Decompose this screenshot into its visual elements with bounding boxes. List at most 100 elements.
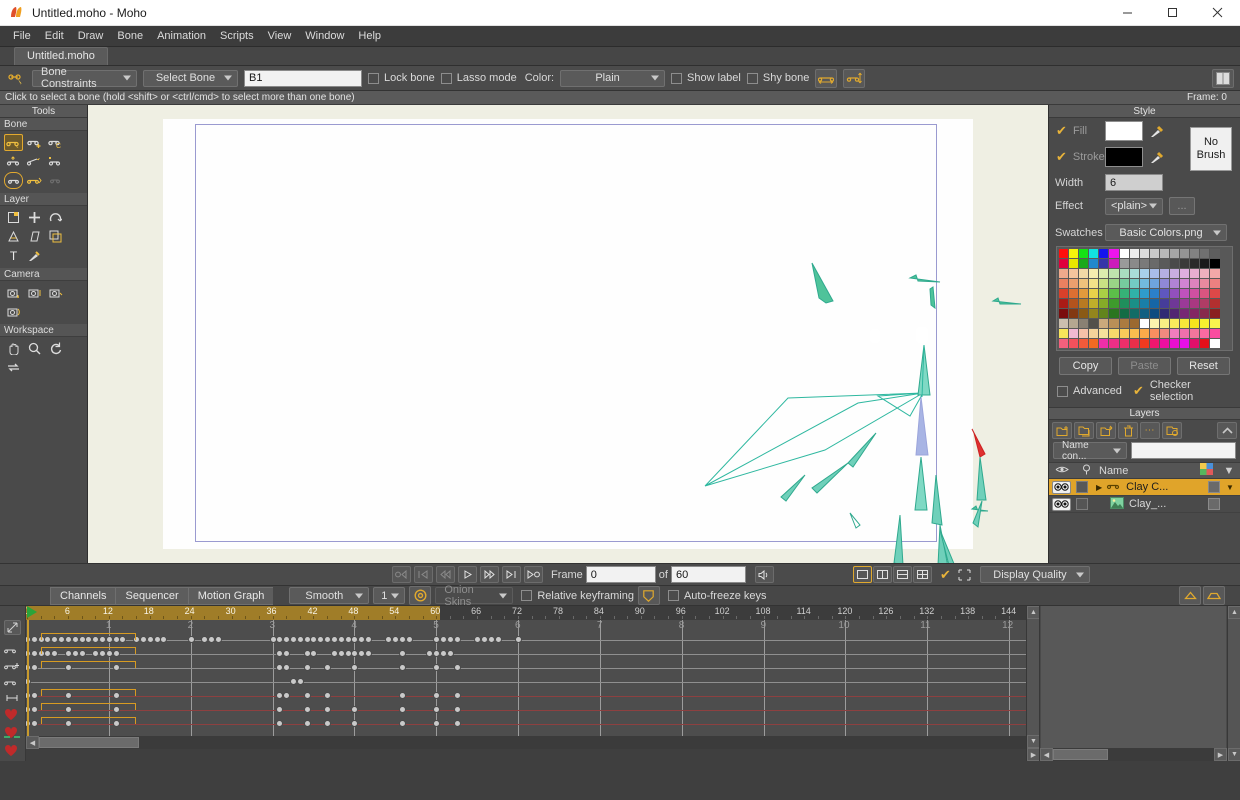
swatch-0-7[interactable] — [1129, 249, 1139, 258]
keyframe-range-bracket[interactable] — [40, 647, 137, 654]
menu-animation[interactable]: Animation — [150, 28, 213, 44]
keyframe[interactable] — [446, 650, 454, 657]
swatch-3-6[interactable] — [1119, 279, 1129, 288]
swatch-6-12[interactable] — [1180, 309, 1190, 318]
keyframe[interactable] — [440, 636, 448, 643]
swatch-6-15[interactable] — [1210, 309, 1220, 318]
jump-to-start-button[interactable] — [392, 566, 411, 583]
swatch-7-2[interactable] — [1079, 319, 1089, 328]
text-tool[interactable]: T — [4, 247, 23, 264]
swatch-3-4[interactable] — [1099, 279, 1109, 288]
swatch-4-8[interactable] — [1139, 289, 1149, 298]
tab-motion-graph[interactable]: Motion Graph — [187, 586, 274, 605]
menu-draw[interactable]: Draw — [71, 28, 111, 44]
swatch-8-0[interactable] — [1059, 329, 1069, 338]
swatch-9-10[interactable] — [1159, 339, 1170, 348]
layer-row-menu-0[interactable]: ▼ — [1220, 483, 1240, 492]
swatch-4-11[interactable] — [1170, 289, 1180, 298]
keyframe[interactable] — [351, 664, 359, 671]
keyframe[interactable] — [433, 692, 441, 699]
swatch-5-11[interactable] — [1170, 299, 1180, 308]
new-layer-button[interactable] — [1052, 422, 1072, 439]
fast-forward-button[interactable] — [480, 566, 499, 583]
keyframe[interactable] — [187, 636, 195, 643]
swatch-2-1[interactable] — [1069, 269, 1079, 278]
menu-edit[interactable]: Edit — [38, 28, 71, 44]
swatch-0-9[interactable] — [1149, 249, 1159, 258]
keyframe[interactable] — [303, 720, 311, 727]
timeline-channels[interactable]: 1 2 3 4 5 6 7 8 9 10 11 12 — [26, 620, 1026, 736]
swatch-3-14[interactable] — [1200, 279, 1210, 288]
layer-visibility-toggle-1[interactable] — [1052, 497, 1071, 511]
interp-count-dropdown[interactable]: 1 — [373, 587, 406, 604]
keyframe[interactable] — [337, 636, 345, 643]
keyframe[interactable] — [399, 650, 407, 657]
swatch-9-14[interactable] — [1200, 339, 1210, 348]
keyframe[interactable] — [30, 720, 38, 727]
swatch-8-15[interactable] — [1210, 329, 1220, 338]
swatch-1-7[interactable] — [1129, 259, 1139, 268]
keyframe[interactable] — [453, 720, 461, 727]
swatch-2-6[interactable] — [1119, 269, 1129, 278]
swatch-8-9[interactable] — [1149, 329, 1159, 338]
swatch-7-11[interactable] — [1170, 319, 1180, 328]
swatch-5-0[interactable] — [1059, 299, 1069, 308]
hscroll-left-button[interactable]: ◀ — [26, 736, 39, 749]
keyframe[interactable] — [30, 650, 38, 657]
swatch-7-7[interactable] — [1129, 319, 1139, 328]
swatch-8-1[interactable] — [1069, 329, 1079, 338]
swatch-0-8[interactable] — [1139, 249, 1149, 258]
swatch-1-1[interactable] — [1069, 259, 1079, 268]
keyframe-range-bracket[interactable] — [40, 703, 137, 710]
swatch-1-15[interactable] — [1210, 259, 1220, 268]
maximize-button[interactable] — [1150, 0, 1195, 26]
delete-layer-button[interactable] — [1118, 422, 1138, 439]
keyframe-range-bracket[interactable] — [40, 661, 137, 668]
keyframe[interactable] — [310, 650, 318, 657]
advanced-checkbox[interactable]: Advanced — [1057, 379, 1122, 403]
keyframe[interactable] — [30, 636, 38, 643]
keyframe[interactable] — [351, 720, 359, 727]
swatch-1-5[interactable] — [1109, 259, 1119, 268]
keyframe[interactable] — [283, 692, 291, 699]
swatch-4-5[interactable] — [1109, 289, 1119, 298]
swatch-8-8[interactable] — [1139, 329, 1149, 338]
swatch-2-2[interactable] — [1079, 269, 1089, 278]
play-button[interactable] — [458, 566, 477, 583]
right-hscroll-thumb[interactable] — [1053, 749, 1108, 760]
swatch-6-9[interactable] — [1149, 309, 1159, 318]
keyframe[interactable] — [303, 706, 311, 713]
keyframe[interactable] — [515, 636, 523, 643]
keyframe[interactable] — [433, 664, 441, 671]
fill-checkbox[interactable]: ✔ Fill — [1055, 123, 1099, 138]
swatch-1-13[interactable] — [1190, 259, 1200, 268]
keyframe[interactable] — [494, 636, 502, 643]
swatches-dropdown[interactable]: Basic Colors.png — [1105, 224, 1227, 241]
swatch-6-8[interactable] — [1139, 309, 1149, 318]
swatch-2-14[interactable] — [1200, 269, 1210, 278]
crop-icon[interactable] — [955, 566, 974, 583]
swatch-3-11[interactable] — [1170, 279, 1180, 288]
swatch-3-5[interactable] — [1109, 279, 1119, 288]
timeline-ruler[interactable]: 0 6 12 18 24 30 36 42 48 54 60 66 72 78 84 90 96 102 108 11… — [26, 606, 1026, 620]
bone-color-dropdown[interactable]: Plain — [560, 69, 666, 87]
keyframe[interactable] — [324, 692, 332, 699]
frame-input[interactable]: 0 — [585, 566, 656, 583]
swatch-5-10[interactable] — [1159, 299, 1170, 308]
swatch-6-5[interactable] — [1109, 309, 1119, 318]
rotate-workspace-tool[interactable] — [46, 340, 65, 357]
reparent-bone-tool[interactable]: C — [46, 134, 65, 151]
flip-vertical-bone-icon[interactable] — [843, 68, 866, 88]
swatch-5-7[interactable] — [1129, 299, 1139, 308]
swatch-0-10[interactable] — [1159, 249, 1170, 258]
swatch-9-15[interactable] — [1210, 339, 1220, 348]
keyframe[interactable] — [160, 636, 168, 643]
add-bone-tool[interactable] — [25, 134, 44, 151]
layer-color-swatch-0[interactable] — [1208, 481, 1220, 493]
swatch-0-6[interactable] — [1119, 249, 1129, 258]
keyframe[interactable] — [399, 706, 407, 713]
keyframe[interactable] — [351, 706, 359, 713]
keyframe[interactable] — [399, 664, 407, 671]
swatch-9-4[interactable] — [1099, 339, 1109, 348]
swatch-5-14[interactable] — [1200, 299, 1210, 308]
